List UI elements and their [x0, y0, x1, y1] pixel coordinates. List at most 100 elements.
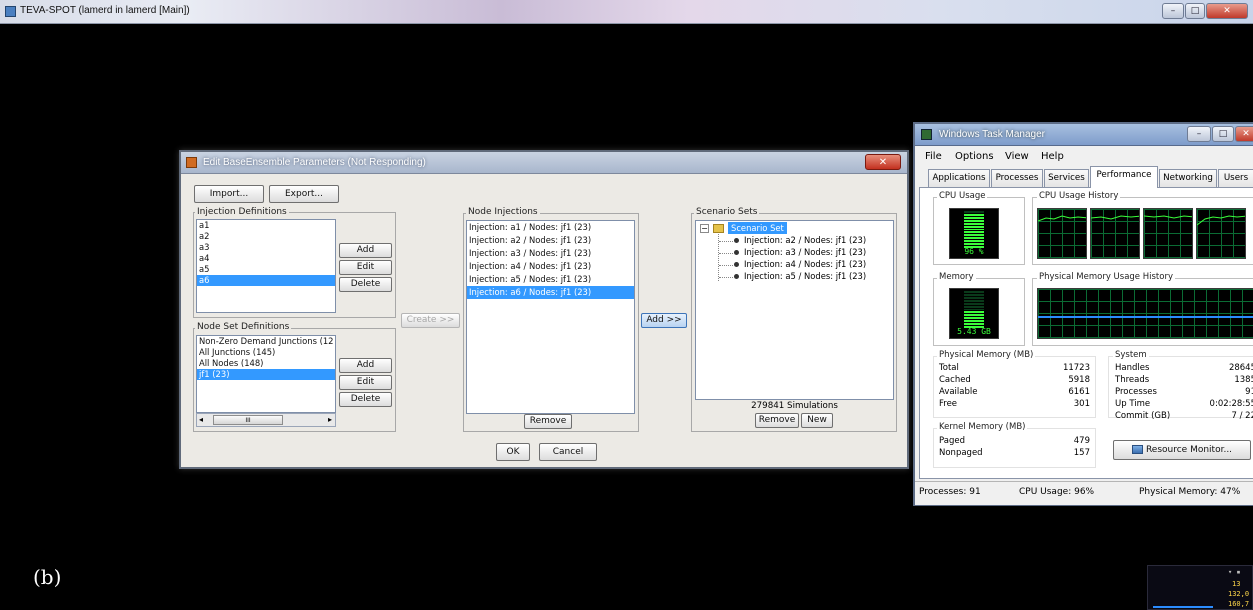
- list-item[interactable]: a1: [197, 220, 335, 231]
- list-item[interactable]: a3: [197, 242, 335, 253]
- scroll-left-icon[interactable]: ◂: [199, 415, 203, 424]
- tab-services[interactable]: Services: [1044, 169, 1089, 188]
- stat-value: 28645: [1228, 363, 1253, 373]
- create-button[interactable]: Create >>: [401, 313, 460, 328]
- meter-segment: [964, 317, 984, 320]
- list-item[interactable]: a4: [197, 253, 335, 264]
- injection-add-button[interactable]: Add: [339, 243, 392, 258]
- node-set-delete-button[interactable]: Delete: [339, 392, 392, 407]
- resource-monitor-icon: [1131, 445, 1143, 454]
- edit-baseensemble-dialog: Edit BaseEnsemble Parameters (Not Respon…: [179, 150, 909, 469]
- close-icon[interactable]: ✕: [1206, 3, 1248, 19]
- menu-options[interactable]: Options: [955, 151, 994, 162]
- list-item[interactable]: Injection: a1 / Nodes: jf1 (23): [467, 221, 634, 234]
- physical-memory-history-graph: [1037, 288, 1253, 339]
- stat-name: Cached: [939, 375, 971, 385]
- list-item-selected[interactable]: a6: [197, 275, 335, 286]
- meter-segment: [964, 314, 984, 317]
- ok-button[interactable]: OK: [496, 443, 530, 461]
- resource-monitor-label: Resource Monitor...: [1145, 445, 1233, 455]
- list-item[interactable]: All Nodes (148): [197, 358, 335, 369]
- list-item-selected[interactable]: jf1 (23): [197, 369, 335, 380]
- stat-value: 6161: [1068, 387, 1090, 397]
- memory-label: Memory: [937, 272, 976, 282]
- maximize-icon[interactable]: □: [1212, 126, 1234, 142]
- tab-applications[interactable]: Applications: [928, 169, 990, 188]
- menu-help[interactable]: Help: [1041, 151, 1064, 162]
- list-item[interactable]: a2: [197, 231, 335, 242]
- scroll-thumb[interactable]: III: [213, 415, 283, 425]
- dialog-titlebar[interactable]: Edit BaseEnsemble Parameters (Not Respon…: [181, 152, 907, 174]
- import-button[interactable]: Import...: [194, 185, 264, 203]
- tree-root-scenario-set[interactable]: Scenario Set: [728, 222, 787, 234]
- horizontal-scrollbar[interactable]: ◂ III ▸: [196, 413, 336, 427]
- list-item[interactable]: Injection: a4 / Nodes: jf1 (23): [467, 260, 634, 273]
- tab-performance[interactable]: Performance: [1090, 166, 1158, 188]
- node-set-edit-button[interactable]: Edit: [339, 375, 392, 390]
- tray-line-3: 160,7: [1228, 600, 1250, 608]
- node-injections-list[interactable]: Injection: a1 / Nodes: jf1 (23) Injectio…: [466, 220, 635, 414]
- node-injections-label: Node Injections: [466, 207, 540, 217]
- dialog-close-icon[interactable]: ✕: [865, 154, 901, 170]
- minimize-icon[interactable]: –: [1187, 126, 1211, 142]
- scenario-sets-tree[interactable]: − Scenario Set Injection: a2 / Nodes: jf…: [695, 220, 894, 400]
- main-window-title: TEVA-SPOT (lamerd in lamerd [Main]): [20, 5, 190, 16]
- injection-definitions-list[interactable]: a1 a2 a3 a4 a5 a6: [196, 219, 336, 313]
- node-set-add-button[interactable]: Add: [339, 358, 392, 373]
- tab-users[interactable]: Users: [1218, 169, 1253, 188]
- stat-name: Processes: [1115, 387, 1157, 397]
- list-item-selected[interactable]: Injection: a6 / Nodes: jf1 (23): [467, 286, 634, 299]
- stat-name: Threads: [1115, 375, 1150, 385]
- task-manager-icon: [921, 129, 932, 140]
- tree-item-label: Injection: a2 / Nodes: jf1 (23): [744, 235, 867, 245]
- stat-value: 157: [1073, 448, 1090, 458]
- meter-segment: [964, 234, 984, 237]
- export-button[interactable]: Export...: [269, 185, 339, 203]
- meter-segment: [964, 308, 984, 311]
- menu-file[interactable]: File: [925, 151, 942, 162]
- meter-segment: [964, 323, 984, 326]
- node-injections-remove-button[interactable]: Remove: [524, 414, 572, 429]
- node-set-definitions-list[interactable]: Non-Zero Demand Junctions (12 All Juncti…: [196, 335, 336, 413]
- meter-segment: [964, 237, 984, 240]
- list-item[interactable]: Non-Zero Demand Junctions (12: [197, 336, 335, 347]
- list-item[interactable]: Injection: a5 / Nodes: jf1 (23): [467, 273, 634, 286]
- scenario-new-button[interactable]: New: [801, 413, 833, 428]
- meter-segment: [964, 291, 984, 293]
- performance-panel: CPU Usage 96 % CPU Usage History Memory: [919, 187, 1253, 479]
- list-item[interactable]: Injection: a2 / Nodes: jf1 (23): [467, 234, 634, 247]
- minimize-icon[interactable]: –: [1162, 3, 1184, 19]
- meter-segment: [964, 320, 984, 323]
- main-window-titlebar[interactable]: TEVA-SPOT (lamerd in lamerd [Main]) – □ …: [0, 0, 1253, 24]
- bullet-icon: [734, 238, 739, 243]
- stat-value: 301: [1073, 399, 1090, 409]
- cpu-history-graph-core-4: [1196, 208, 1246, 259]
- stat-name: Handles: [1115, 363, 1150, 373]
- resource-monitor-button[interactable]: Resource Monitor...: [1113, 440, 1251, 460]
- simulations-count: 279841 Simulations: [751, 401, 838, 411]
- task-manager-titlebar[interactable]: Windows Task Manager – □ ✕: [915, 124, 1253, 146]
- list-item[interactable]: a5: [197, 264, 335, 275]
- bullet-icon: [734, 274, 739, 279]
- tree-collapse-icon[interactable]: −: [700, 224, 709, 233]
- stat-value: 479: [1073, 436, 1090, 446]
- meter-segment: [964, 302, 984, 305]
- meter-segment: [964, 305, 984, 308]
- add-to-scenario-set-button[interactable]: Add >>: [641, 313, 687, 328]
- list-item[interactable]: All Junctions (145): [197, 347, 335, 358]
- injection-delete-button[interactable]: Delete: [339, 277, 392, 292]
- tab-networking[interactable]: Networking: [1159, 169, 1217, 188]
- tab-processes[interactable]: Processes: [991, 169, 1043, 188]
- close-icon[interactable]: ✕: [1235, 126, 1253, 142]
- cpu-history-line: [1144, 215, 1192, 219]
- meter-segment: [964, 222, 984, 225]
- maximize-icon[interactable]: □: [1185, 3, 1205, 19]
- scenario-remove-button[interactable]: Remove: [755, 413, 799, 428]
- meter-segment: [964, 296, 984, 299]
- meter-segment: [964, 240, 984, 243]
- menu-view[interactable]: View: [1005, 151, 1029, 162]
- injection-edit-button[interactable]: Edit: [339, 260, 392, 275]
- list-item[interactable]: Injection: a3 / Nodes: jf1 (23): [467, 247, 634, 260]
- cancel-button[interactable]: Cancel: [539, 443, 597, 461]
- scroll-right-icon[interactable]: ▸: [328, 415, 332, 424]
